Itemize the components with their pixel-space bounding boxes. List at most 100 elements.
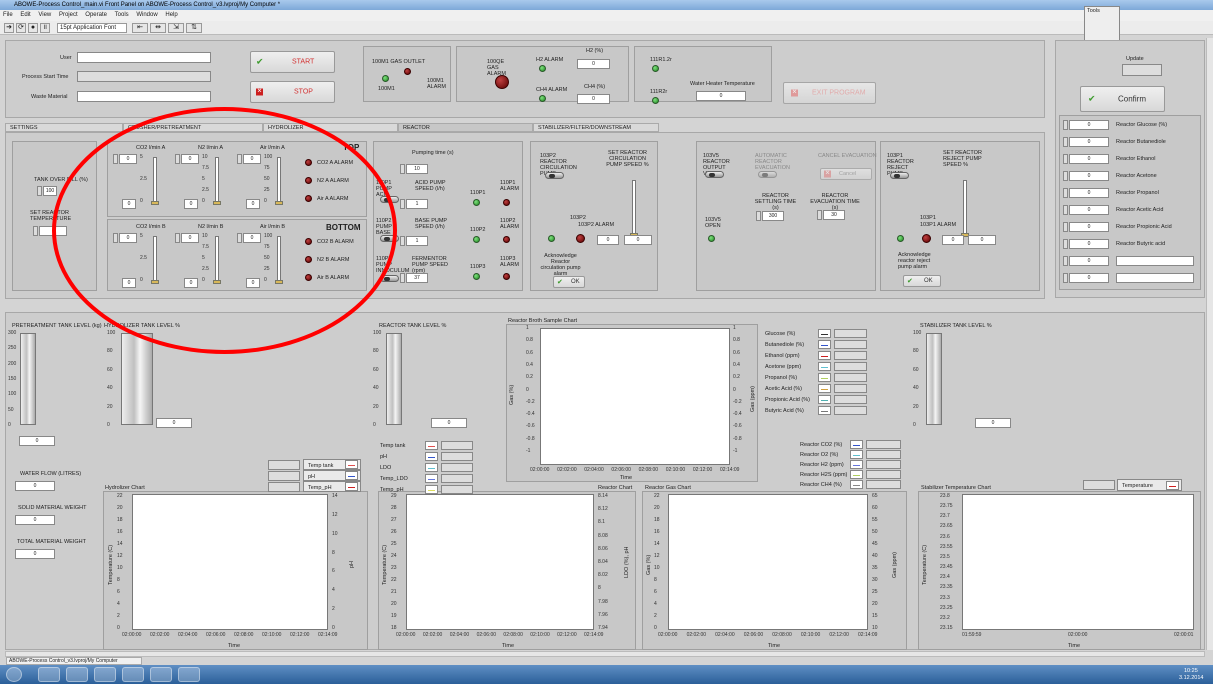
hydro-y-tick: 14 — [117, 541, 123, 547]
reactor-value-spin[interactable] — [1063, 120, 1068, 130]
menu-tools[interactable]: Tools — [115, 12, 129, 18]
reactor-value[interactable]: 0 — [1069, 171, 1109, 181]
reactor-value[interactable]: 0 — [1069, 120, 1109, 130]
p2-speed-value[interactable]: 1 — [406, 236, 428, 246]
reactor-value[interactable]: 0 — [1069, 239, 1109, 249]
exit-program-button[interactable]: ✕ EXIT PROGRAM — [783, 82, 876, 104]
evac-time-value[interactable]: 30 — [823, 210, 845, 220]
set-reactor-temp-spin[interactable] — [33, 226, 38, 236]
reactor-value-spin[interactable] — [1063, 137, 1068, 147]
media-icon[interactable] — [178, 667, 200, 682]
project-tab[interactable]: ABOWE-Process Control_v3.lvproj/My Compu… — [6, 657, 142, 665]
broth-y-tick: -0.4 — [526, 411, 535, 418]
start-button[interactable]: ✔ START — [250, 51, 335, 73]
explorer-icon[interactable] — [66, 667, 88, 682]
cancel-evac-button[interactable]: ✕ Cancel — [820, 168, 872, 180]
reactor-value-spin[interactable] — [1063, 256, 1068, 266]
reactor-tank-tick: 100 — [373, 330, 382, 336]
reactor-value-spin[interactable] — [1063, 205, 1068, 215]
out-valve-toggle[interactable] — [705, 171, 724, 178]
reorder-icon[interactable]: ⇅ — [186, 23, 202, 33]
p3-speed-value[interactable]: 37 — [406, 273, 428, 283]
waste-field[interactable] — [77, 91, 211, 102]
reactor-param-label: Reactor Butanediole — [1116, 139, 1166, 145]
confirm-button[interactable]: ✔ Confirm — [1080, 86, 1165, 112]
start-orb-icon[interactable] — [6, 667, 22, 682]
menu-help[interactable]: Help — [165, 12, 177, 18]
reactor-value[interactable]: 0 — [1069, 154, 1109, 164]
tank-over-fill-spin[interactable] — [37, 186, 42, 196]
labview-icon[interactable] — [122, 667, 144, 682]
p2-speed-spin[interactable] — [400, 236, 405, 246]
tank-over-fill-value[interactable]: 100 — [43, 186, 57, 196]
align-icon[interactable]: ⇤ — [132, 23, 148, 33]
p1-speed-value[interactable]: 1 — [406, 199, 428, 209]
settle-spin[interactable] — [756, 211, 761, 221]
menu-file[interactable]: File — [3, 12, 13, 18]
broth-time-label: Time — [620, 475, 633, 481]
reactor-value[interactable]: 0 — [1069, 137, 1109, 147]
reactor-value[interactable]: 0 — [1069, 188, 1109, 198]
pumping-time-value[interactable]: 10 — [406, 164, 428, 174]
run-arrow-icon[interactable]: ➜ — [4, 23, 14, 33]
broth-y2-tick: 1 — [733, 325, 736, 331]
pumping-time-spin[interactable] — [400, 164, 405, 174]
abort-icon[interactable]: ● — [28, 23, 38, 33]
menu-view[interactable]: View — [38, 12, 51, 18]
chrome-icon[interactable] — [94, 667, 116, 682]
resize-icon[interactable]: ⇲ — [168, 23, 184, 33]
reactor-value-spin[interactable] — [1063, 222, 1068, 232]
reactor-value-spin[interactable] — [1063, 154, 1068, 164]
stab-tank-tick: 0 — [913, 422, 916, 428]
legend-swatch — [850, 440, 863, 449]
reactor-value-spin[interactable] — [1063, 171, 1068, 181]
settle-value[interactable]: 300 — [762, 211, 784, 221]
tab-stabilizer[interactable]: STABILIZER/FILTER/DOWNSTREAM CONTAINER — [533, 123, 659, 140]
circ-speed-slider[interactable] — [632, 180, 636, 235]
reactor-value[interactable]: 0 — [1069, 222, 1109, 232]
tab-settings[interactable]: SETTINGS — [5, 123, 123, 132]
stab-legend: Temperature — [1117, 479, 1182, 491]
gas-y-tick: 16 — [654, 529, 660, 535]
reactor-value-spin[interactable] — [1063, 188, 1068, 198]
stop-button[interactable]: ✕ STOP — [250, 81, 335, 103]
auto-evac-toggle[interactable] — [758, 171, 777, 178]
reject-pump-toggle[interactable] — [890, 172, 909, 179]
reactor-value-spin[interactable] — [1063, 273, 1068, 283]
ie-icon[interactable] — [38, 667, 60, 682]
horizontal-scrollbar[interactable] — [5, 651, 1205, 657]
menu-project[interactable]: Project — [59, 12, 78, 18]
user-field[interactable] — [77, 52, 211, 63]
menu-edit[interactable]: Edit — [20, 12, 30, 18]
reactor-value[interactable]: 0 — [1069, 205, 1109, 215]
reactor-value[interactable]: 0 — [1069, 256, 1109, 266]
tab-reactor[interactable]: REACTOR — [398, 123, 533, 132]
ack-reject-ok-button[interactable]: ✔ OK — [903, 275, 941, 287]
menu-window[interactable]: Window — [136, 12, 157, 18]
p1-speed-spin[interactable] — [400, 199, 405, 209]
evac-time-spin[interactable] — [817, 210, 822, 220]
reactor-value[interactable]: 0 — [1069, 273, 1109, 283]
reject-speed-slider[interactable] — [963, 180, 967, 235]
settle-label: REACTOR SETTLING TIME (s) — [754, 193, 797, 211]
menu-operate[interactable]: Operate — [85, 12, 107, 18]
hydro-x-tick: 02:14:09 — [318, 632, 338, 638]
gas-y2-tick: 30 — [872, 577, 878, 583]
gas-y-tick: 18 — [654, 517, 660, 523]
reactor-value-spin[interactable] — [1063, 239, 1068, 249]
distribute-icon[interactable]: ⇹ — [150, 23, 166, 33]
p3-speed-spin[interactable] — [400, 273, 405, 283]
run-continuous-icon[interactable]: ⟳ — [16, 23, 26, 33]
circ-pump-toggle[interactable] — [545, 172, 564, 179]
reactor-y-tick: 19 — [391, 613, 397, 619]
broth-y2-tick: 0 — [733, 386, 736, 393]
ack-circ-ok-button[interactable]: ✔ OK — [553, 276, 585, 288]
font-select[interactable]: 15pt Application Font — [57, 23, 127, 33]
legend-line — [821, 411, 828, 412]
vertical-scrollbar[interactable] — [1206, 38, 1213, 650]
broth-legend-label: Butanediole (%) — [765, 342, 805, 348]
broth-y-title: Gas (%) — [509, 384, 515, 405]
check-icon: ✔ — [256, 56, 264, 67]
pause-icon[interactable]: ॥ — [40, 23, 50, 33]
acrobat-icon[interactable] — [150, 667, 172, 682]
